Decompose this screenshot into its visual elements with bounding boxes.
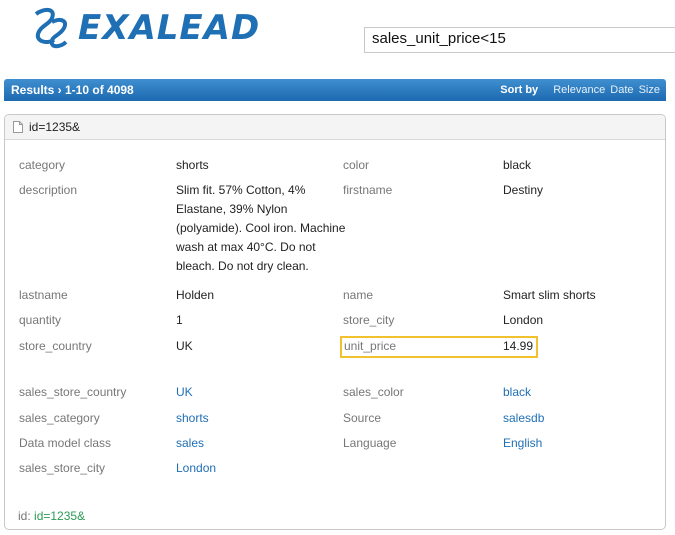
search-input[interactable]: sales_unit_price<15 [364,27,675,53]
firstname-label: firstname [343,183,393,197]
store-city-value: London [503,313,544,327]
logo-wordmark: EXALEAD [78,8,261,48]
sort-by-label: Sort by [500,84,539,96]
quantity-label: quantity [19,313,62,327]
data-model-class-label: Data model class [19,436,112,450]
sales-color-link[interactable]: black [503,383,531,402]
lastname-value: Holden [176,288,215,302]
sales-store-city-label: sales_store_city [19,461,106,475]
sort-relevance-link[interactable]: Relevance [553,84,605,96]
sales-color-label: sales_color [343,385,404,399]
sales-store-city-link[interactable]: London [176,459,216,478]
document-icon [13,121,23,133]
sales-store-country-label: sales_store_country [19,385,127,399]
color-label: color [343,158,370,172]
sales-category-link[interactable]: shorts [176,409,209,428]
ds-logo-icon [34,7,68,49]
category-value: shorts [176,158,209,172]
results-header-bar: Results › 1-10 of 4098 Sort by Relevance… [4,79,666,101]
quantity-value: 1 [176,313,183,327]
lastname-label: lastname [19,288,68,302]
description-label: description [19,183,78,197]
name-value: Smart slim shorts [503,288,596,302]
data-model-class-link[interactable]: sales [176,434,204,453]
result-card-header[interactable]: id=1235& [5,115,665,140]
store-city-label: store_city [343,313,395,327]
store-country-value: UK [176,339,193,353]
record-id-label: id: [18,509,31,523]
category-label: category [19,158,66,172]
result-title[interactable]: id=1235& [29,120,80,134]
unit-price-label: unit_price [344,339,397,353]
sales-store-country-link[interactable]: UK [176,383,193,402]
exalead-logo[interactable]: EXALEAD [30,4,260,52]
source-label: Source [343,411,382,425]
source-link[interactable]: salesdb [503,409,544,428]
record-id-value[interactable]: id=1235& [34,509,85,523]
language-link[interactable]: English [503,434,542,453]
sales-category-label: sales_category [19,411,100,425]
language-label: Language [343,436,397,450]
record-id-line: id: id=1235& [18,509,85,523]
color-value: black [503,158,532,172]
name-label: name [343,288,374,302]
sort-date-link[interactable]: Date [610,84,633,96]
firstname-value: Destiny [503,183,544,197]
sort-size-link[interactable]: Size [639,84,660,96]
unit-price-value: 14.99 [503,339,534,353]
results-count-title: Results › 1-10 of 4098 [11,83,134,97]
store-country-label: store_country [19,339,92,353]
sort-controls: Sort by Relevance Date Size [500,84,660,96]
description-value: Slim fit. 57% Cotton, 4% Elastane, 39% N… [176,183,346,273]
